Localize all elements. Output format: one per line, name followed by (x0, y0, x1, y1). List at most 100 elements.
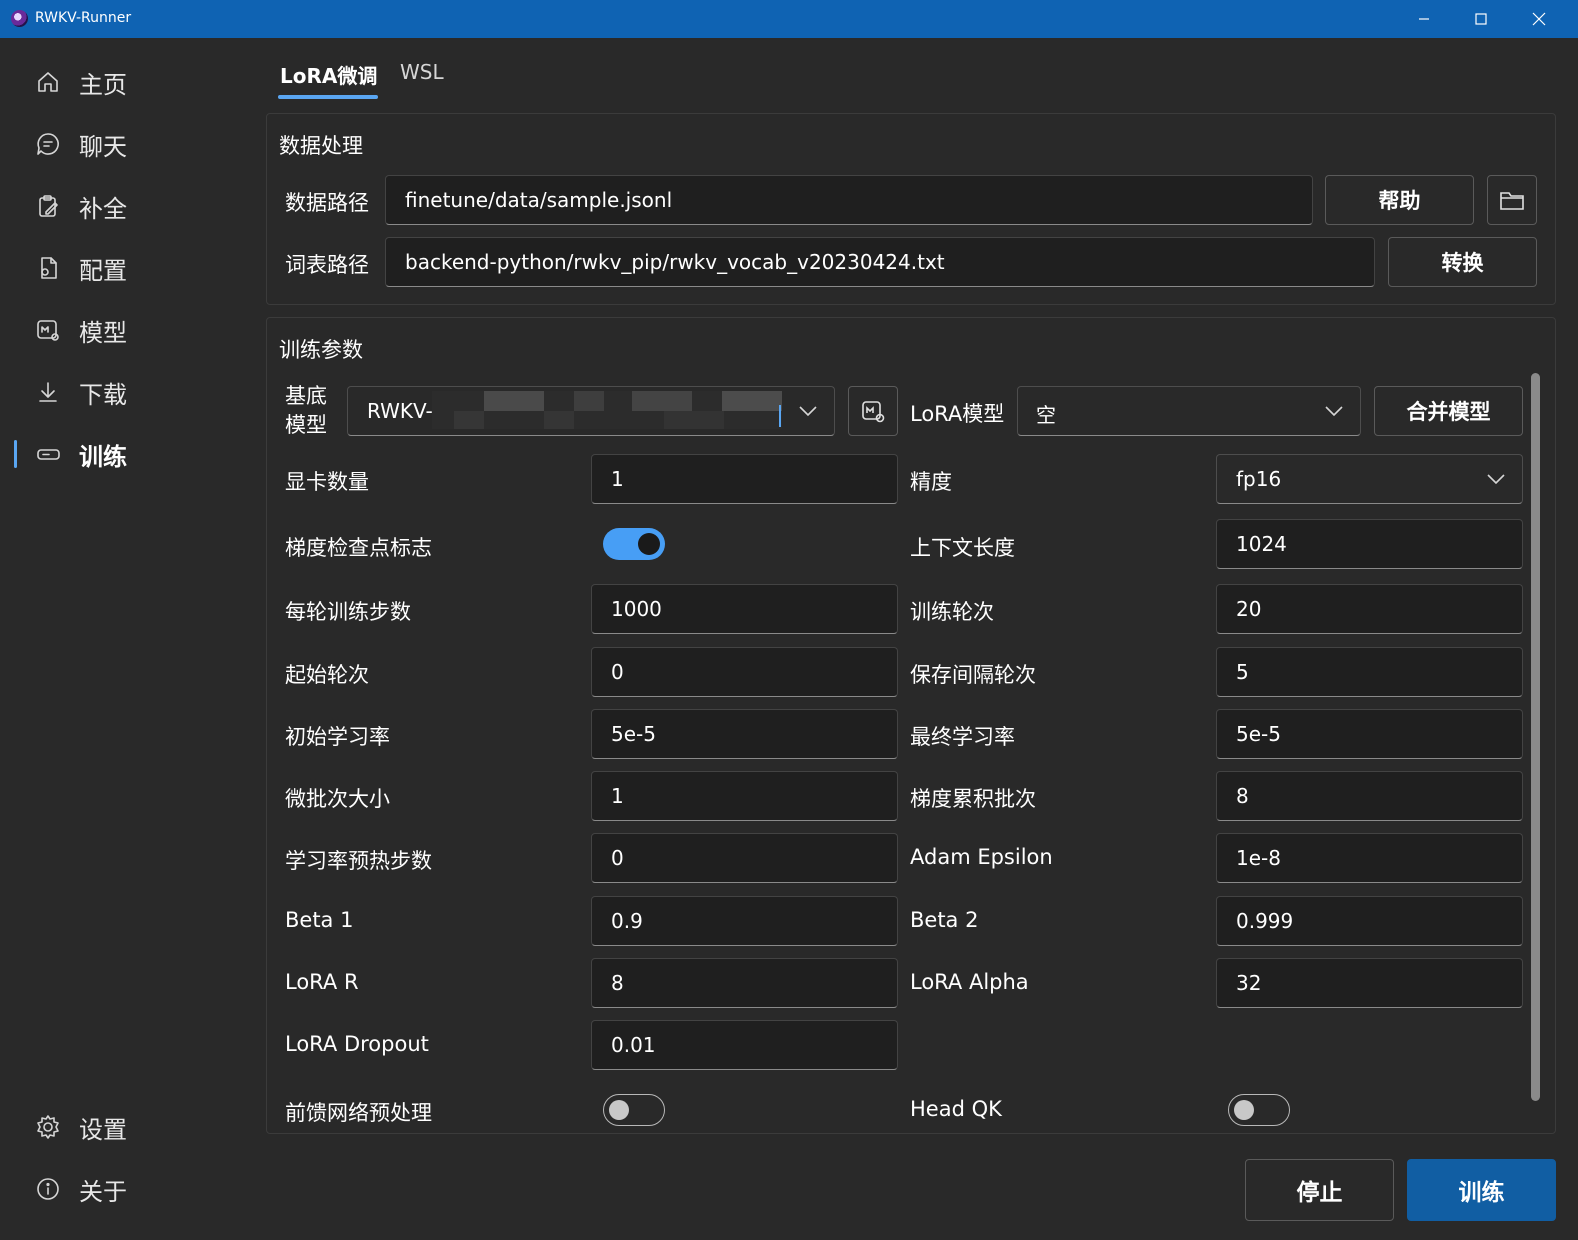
vocab-path-field[interactable] (386, 238, 1374, 286)
section-title: 数据处理 (279, 134, 363, 158)
toggle-knob (609, 1100, 629, 1120)
adam-eps-input[interactable] (1216, 833, 1523, 883)
ctx-len-field[interactable] (1217, 520, 1522, 568)
epoch-begin-field[interactable] (592, 648, 897, 696)
pre-ffn-label: 前馈网络预处理 (285, 1101, 432, 1125)
document-settings-icon (34, 254, 62, 282)
maximize-button[interactable] (1452, 0, 1510, 38)
adam-eps-field[interactable] (1217, 834, 1522, 882)
sidebar-item-home[interactable]: 主页 (0, 59, 255, 105)
base-model-value: RWKV- (367, 399, 433, 423)
pre-ffn-toggle[interactable] (603, 1094, 665, 1126)
beta1-input[interactable] (591, 896, 898, 946)
data-path-input[interactable] (385, 175, 1313, 225)
chat-icon (34, 130, 62, 158)
sidebar-item-configs[interactable]: 配置 (0, 245, 255, 291)
app-logo-icon (11, 10, 28, 27)
base-model-settings-button[interactable] (848, 386, 898, 436)
maximize-icon (1475, 13, 1487, 25)
epoch-count-field[interactable] (1217, 585, 1522, 633)
epoch-count-input[interactable] (1216, 584, 1523, 634)
stop-button[interactable]: 停止 (1245, 1159, 1394, 1221)
vocab-path-input[interactable] (385, 237, 1375, 287)
sidebar-item-label: 关于 (79, 1177, 127, 1206)
ctx-len-label: 上下文长度 (910, 536, 1015, 560)
epoch-save-field[interactable] (1217, 648, 1522, 696)
precision-value: fp16 (1236, 467, 1282, 491)
lr-init-field[interactable] (592, 710, 897, 758)
grad-cp-toggle[interactable] (603, 528, 665, 560)
precision-select[interactable]: fp16 (1216, 454, 1523, 504)
lora-dropout-field[interactable] (592, 1021, 897, 1069)
sidebar: 主页 聊天 补全 配置 模型 下载 训练 设置 关于 (0, 38, 255, 1240)
sidebar-item-label: 训练 (79, 442, 127, 471)
lora-r-field[interactable] (592, 959, 897, 1007)
beta2-field[interactable] (1217, 897, 1522, 945)
precision-label: 精度 (910, 470, 952, 494)
download-icon (34, 378, 62, 406)
epoch-count-label: 训练轮次 (910, 600, 994, 624)
lr-init-input[interactable] (591, 709, 898, 759)
sidebar-item-label: 模型 (79, 318, 127, 347)
epoch-begin-label: 起始轮次 (285, 663, 369, 687)
lora-dropout-input[interactable] (591, 1020, 898, 1070)
epoch-save-input[interactable] (1216, 647, 1523, 697)
train-button[interactable]: 训练 (1407, 1159, 1556, 1221)
sidebar-item-models[interactable]: 模型 (0, 307, 255, 353)
epoch-steps-label: 每轮训练步数 (285, 600, 411, 624)
warmup-steps-input[interactable] (591, 833, 898, 883)
chevron-down-icon (1324, 403, 1344, 422)
vocab-path-label: 词表路径 (285, 253, 369, 277)
tab-wsl[interactable]: WSL (400, 60, 444, 84)
micro-bsz-input[interactable] (591, 771, 898, 821)
sidebar-item-train[interactable]: 训练 (0, 431, 255, 477)
gpu-count-field[interactable] (592, 455, 897, 503)
grad-cp-label: 梯度检查点标志 (285, 536, 432, 560)
lora-model-label: LoRA模型 (910, 402, 1005, 426)
lr-final-field[interactable] (1217, 710, 1522, 758)
clipboard-edit-icon (34, 192, 62, 220)
lora-model-select[interactable]: 空 (1017, 386, 1361, 436)
sidebar-item-about[interactable]: 关于 (0, 1166, 255, 1212)
close-button[interactable] (1510, 0, 1568, 38)
merge-model-button[interactable]: 合并模型 (1374, 386, 1523, 436)
sidebar-item-settings[interactable]: 设置 (0, 1104, 255, 1150)
window-title: RWKV-Runner (35, 10, 132, 26)
convert-button[interactable]: 转换 (1388, 237, 1537, 287)
beta2-input[interactable] (1216, 896, 1523, 946)
head-qk-label: Head QK (910, 1097, 1002, 1121)
epoch-begin-input[interactable] (591, 647, 898, 697)
beta1-field[interactable] (592, 897, 897, 945)
ctx-len-input[interactable] (1216, 519, 1523, 569)
accumulate-grad-field[interactable] (1217, 772, 1522, 820)
scrollbar-thumb[interactable] (1531, 373, 1540, 1101)
lora-alpha-label: LoRA Alpha (910, 970, 1029, 994)
base-model-label: 基底 模型 (285, 384, 327, 437)
lora-model-value: 空 (1036, 403, 1056, 427)
lora-alpha-field[interactable] (1217, 959, 1522, 1007)
epoch-steps-field[interactable] (592, 585, 897, 633)
help-button[interactable]: 帮助 (1325, 175, 1474, 225)
title-bar: RWKV-Runner (0, 0, 1578, 38)
browse-folder-button[interactable] (1487, 175, 1537, 225)
lr-final-input[interactable] (1216, 709, 1523, 759)
sidebar-item-completion[interactable]: 补全 (0, 183, 255, 229)
sidebar-item-chat[interactable]: 聊天 (0, 121, 255, 167)
epoch-steps-input[interactable] (591, 584, 898, 634)
sidebar-item-label: 配置 (79, 256, 127, 285)
warmup-steps-field[interactable] (592, 834, 897, 882)
tab-lora-finetune[interactable]: LoRA微调 (280, 60, 377, 89)
gpu-count-input[interactable] (591, 454, 898, 504)
lora-alpha-input[interactable] (1216, 958, 1523, 1008)
home-icon (34, 68, 62, 96)
close-icon (1532, 12, 1546, 26)
sidebar-item-downloads[interactable]: 下载 (0, 369, 255, 415)
data-path-field[interactable] (386, 176, 1312, 224)
head-qk-toggle[interactable] (1228, 1094, 1290, 1126)
info-icon (34, 1175, 62, 1203)
accumulate-grad-input[interactable] (1216, 771, 1523, 821)
minimize-button[interactable] (1395, 0, 1453, 38)
lora-r-input[interactable] (591, 958, 898, 1008)
micro-bsz-field[interactable] (592, 772, 897, 820)
sidebar-item-label: 下载 (79, 380, 127, 409)
